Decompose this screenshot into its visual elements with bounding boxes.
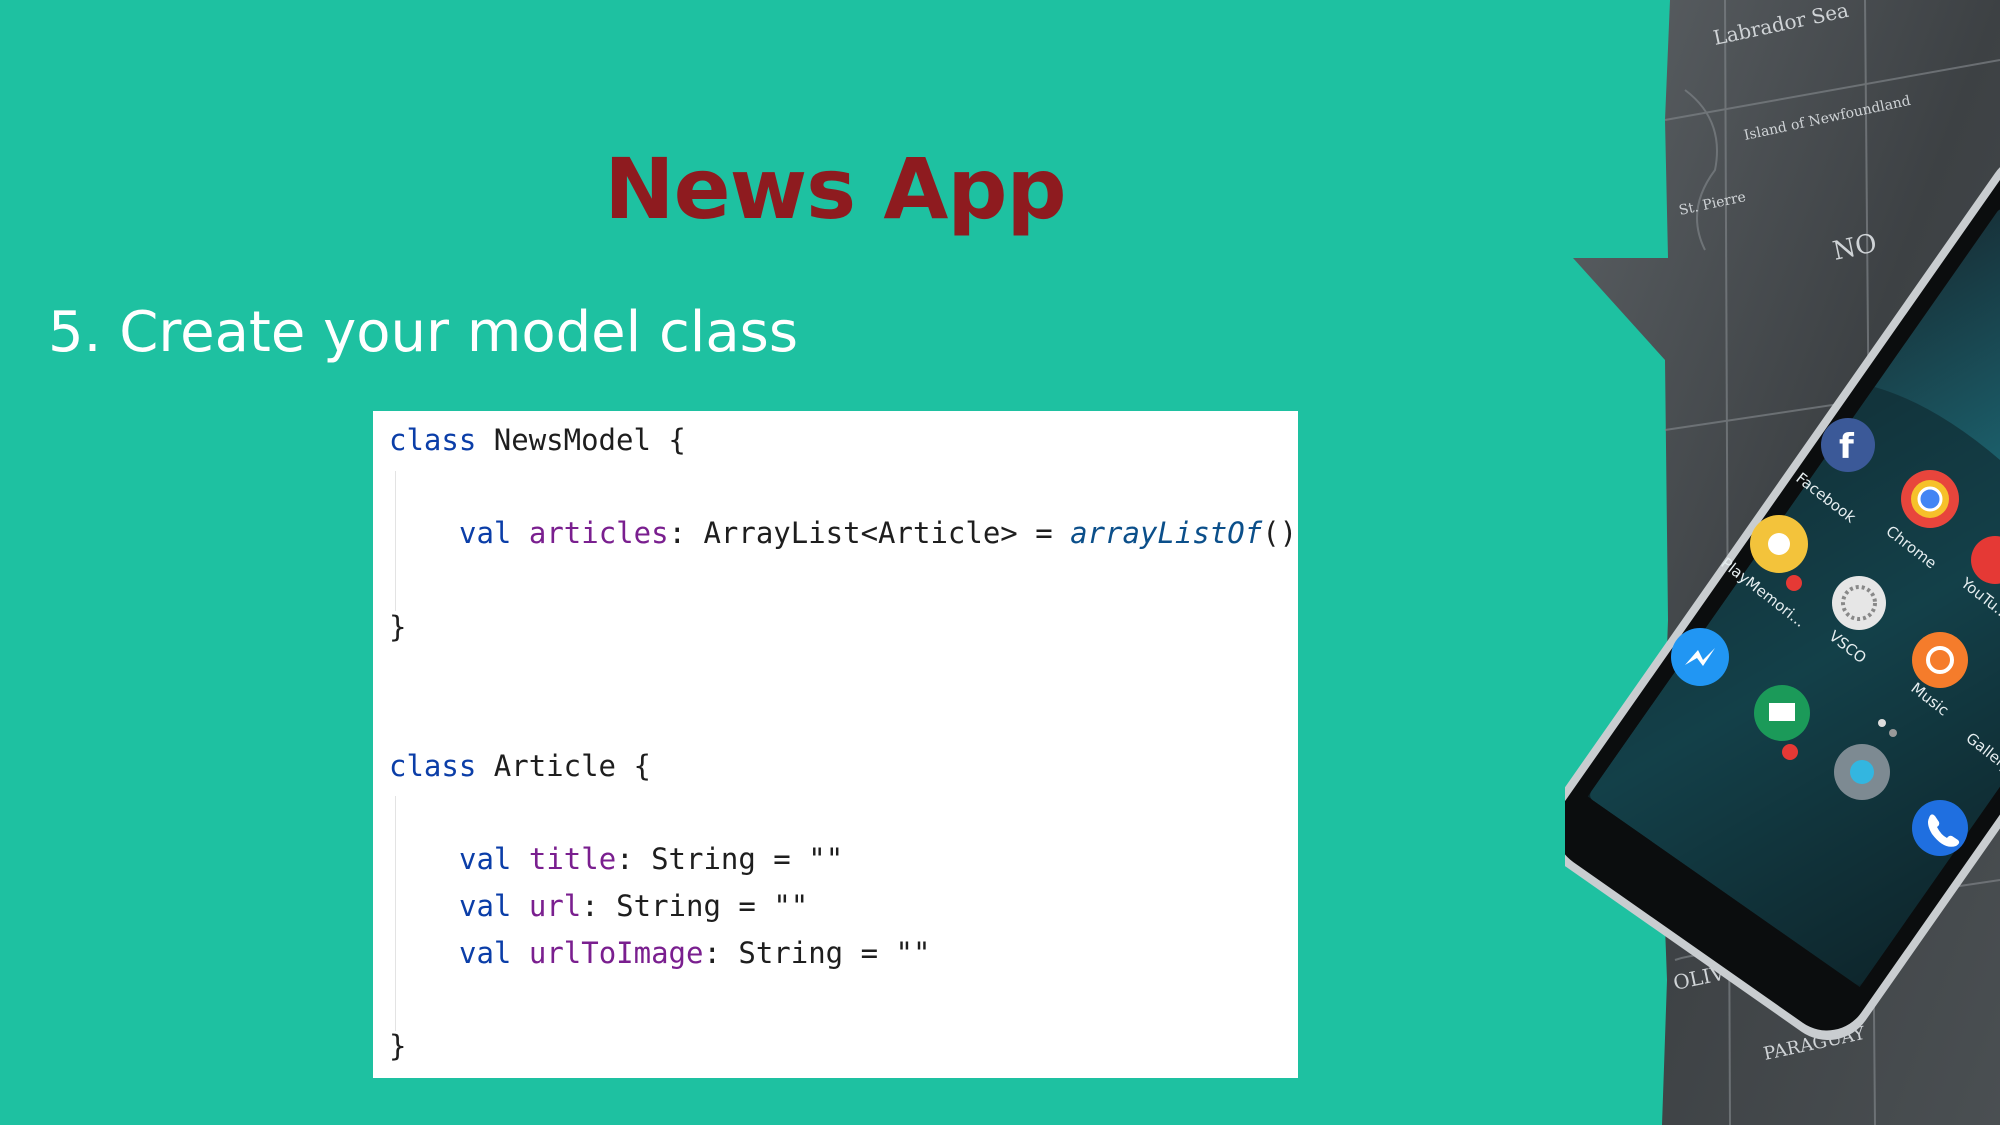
indent-guide	[395, 796, 396, 1031]
code-line-2: val articles: ArrayList<Article> = array…	[459, 516, 1297, 550]
code-keyword: class	[389, 423, 477, 457]
code-string: ""	[773, 889, 809, 923]
phone-on-map-photo: Labrador Sea Island of Newfoundland St. …	[1565, 0, 2000, 1125]
code-line-3: }	[389, 610, 407, 644]
slide: News App 5. Create your model class clas…	[0, 0, 2000, 1125]
code-string: ""	[808, 842, 844, 876]
code-text: ()	[1262, 516, 1298, 550]
indent-guide	[395, 471, 396, 611]
code-line-7: val urlToImage: String = ""	[459, 936, 930, 970]
code-line-5: val title: String = ""	[459, 842, 843, 876]
code-text: Article {	[476, 749, 651, 783]
code-string: ""	[895, 936, 931, 970]
code-text: : String =	[616, 842, 809, 876]
code-text: : ArrayList<Article> =	[668, 516, 1071, 550]
phone-icon	[1912, 800, 1968, 856]
code-line-8: }	[389, 1029, 407, 1063]
code-function: arrayListOf	[1070, 516, 1263, 550]
code-keyword: val	[459, 516, 512, 550]
code-property: articles	[528, 516, 669, 550]
code-keyword: val	[459, 889, 512, 923]
code-text: NewsModel {	[476, 423, 686, 457]
code-keyword: val	[459, 842, 512, 876]
code-keyword: class	[389, 749, 477, 783]
vsco-icon	[1832, 576, 1886, 630]
code-property: title	[528, 842, 617, 876]
slide-title: News App	[604, 140, 1066, 238]
code-property: url	[528, 889, 582, 923]
code-keyword: val	[459, 936, 512, 970]
code-text: : String =	[703, 936, 896, 970]
slide-subtitle: 5. Create your model class	[48, 300, 799, 365]
phone-illustration: Labrador Sea Island of Newfoundland St. …	[1565, 0, 2000, 1125]
code-property: urlToImage	[528, 936, 704, 970]
code-line-1: class NewsModel {	[389, 423, 686, 457]
code-snippet: class NewsModel { val articles: ArrayLis…	[373, 411, 1298, 1078]
svg-text:f: f	[1839, 427, 1855, 467]
code-line-6: val url: String = ""	[459, 889, 808, 923]
code-text: : String =	[581, 889, 774, 923]
code-line-4: class Article {	[389, 749, 651, 783]
